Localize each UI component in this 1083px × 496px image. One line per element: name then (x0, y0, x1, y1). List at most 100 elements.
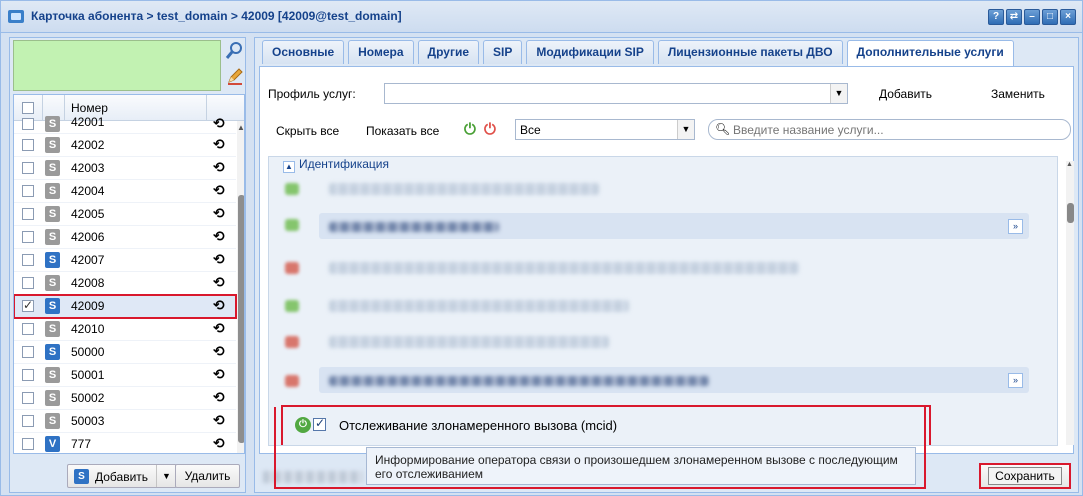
maximize-icon[interactable]: □ (1042, 9, 1058, 25)
service-search-field[interactable]: 🔍︎ (708, 119, 1071, 140)
tab-5[interactable]: Лицензионные пакеты ДВО (657, 40, 843, 64)
row-checkbox[interactable] (22, 162, 34, 174)
grid-scrollbar[interactable]: ▲ (237, 121, 244, 453)
scroll-up-icon[interactable]: ▲ (237, 123, 244, 132)
row-checkbox[interactable] (22, 369, 34, 381)
history-icon[interactable]: ⟲ (213, 343, 225, 360)
mcid-service-row[interactable]: ⏻ Отслеживание злонамеренного вызова (mc… (281, 405, 931, 445)
power-on-icon[interactable]: ⏻ (295, 417, 311, 433)
hide-all-button[interactable]: Скрыть все (276, 124, 339, 138)
tab-2[interactable]: Другие (417, 40, 479, 64)
chevron-down-icon[interactable]: ▼ (156, 465, 176, 487)
mcid-checkbox[interactable] (313, 416, 326, 431)
scroll-thumb[interactable] (1067, 203, 1074, 223)
tab-4[interactable]: Модификации SIP (526, 40, 654, 64)
tab-1[interactable]: Номера (348, 40, 414, 64)
pencil-icon[interactable] (225, 66, 245, 86)
profile-select[interactable]: ▼ (384, 83, 848, 104)
row-checkbox[interactable] (22, 392, 34, 404)
number-row[interactable]: S 50003 ⟲ (14, 410, 236, 433)
help-icon[interactable]: ? (988, 9, 1004, 25)
number-row[interactable]: S 42010 ⟲ (14, 318, 236, 341)
history-icon[interactable]: ⟲ (213, 274, 225, 291)
history-icon[interactable]: ⟲ (213, 412, 225, 429)
row-checkbox[interactable] (22, 298, 34, 312)
number-row[interactable]: V 777 ⟲ (14, 433, 236, 453)
tab-0[interactable]: Основные (262, 40, 345, 64)
tab-3[interactable]: SIP (483, 40, 523, 64)
row-number: 42006 (71, 230, 105, 244)
scroll-up-icon[interactable]: ▲ (1066, 161, 1073, 168)
close-icon[interactable]: × (1060, 9, 1076, 25)
history-icon[interactable]: ⟲ (213, 182, 225, 199)
column-header-number[interactable]: Номер (71, 101, 108, 115)
search-icon[interactable] (225, 40, 245, 60)
chevron-down-icon[interactable]: ▼ (677, 120, 694, 139)
row-checkbox[interactable] (22, 231, 34, 243)
row-checkbox[interactable] (22, 415, 34, 427)
number-row[interactable]: S 42005 ⟲ (14, 203, 236, 226)
status-filter-select[interactable]: Все ▼ (515, 119, 695, 140)
history-icon[interactable]: ⟲ (213, 115, 225, 132)
refresh-icon[interactable]: ⇄ (1006, 9, 1022, 25)
row-checkbox[interactable] (22, 323, 34, 335)
history-icon[interactable]: ⟲ (213, 228, 225, 245)
row-checkbox[interactable] (22, 185, 34, 197)
history-icon[interactable]: ⟲ (213, 159, 225, 176)
number-row[interactable]: S 42008 ⟲ (14, 272, 236, 295)
power-on-icon[interactable]: ⏻ (464, 121, 476, 138)
history-icon[interactable]: ⟲ (213, 251, 225, 268)
blurred-status-icon (285, 183, 299, 195)
expand-icon[interactable]: » (1008, 219, 1023, 234)
row-checkbox[interactable] (22, 277, 34, 289)
select-all-checkbox[interactable] (22, 102, 34, 114)
row-checkbox[interactable] (22, 118, 34, 130)
status-filter-value: Все (520, 123, 541, 137)
row-checkbox[interactable] (22, 139, 34, 151)
profile-replace-button[interactable]: Заменить (991, 87, 1045, 101)
show-all-button[interactable]: Показать все (366, 124, 439, 138)
row-checkbox[interactable] (22, 438, 34, 450)
scroll-thumb[interactable] (238, 195, 244, 443)
profile-add-button[interactable]: Добавить (879, 87, 932, 101)
delete-number-button[interactable]: Удалить (175, 464, 240, 488)
number-row[interactable]: S 42004 ⟲ (14, 180, 236, 203)
history-icon[interactable]: ⟲ (213, 320, 225, 337)
row-checkbox[interactable] (22, 254, 34, 266)
number-row[interactable]: S 42002 ⟲ (14, 134, 236, 157)
number-row[interactable]: S 42007 ⟲ (14, 249, 236, 272)
number-row[interactable]: S 50002 ⟲ (14, 387, 236, 410)
blurred-service-dropdown[interactable]: » (319, 367, 1029, 393)
number-row[interactable]: S 42003 ⟲ (14, 157, 236, 180)
history-icon[interactable]: ⟲ (213, 205, 225, 222)
number-row[interactable]: S 42009 ⟲ (14, 294, 237, 319)
number-row[interactable]: S 42001 ⟲ (14, 115, 236, 134)
history-icon[interactable]: ⟲ (213, 366, 225, 383)
history-icon[interactable]: ⟲ (213, 136, 225, 153)
power-off-icon[interactable]: ⏻ (484, 121, 496, 138)
number-row[interactable]: S 42006 ⟲ (14, 226, 236, 249)
service-search-input[interactable] (733, 122, 1063, 138)
number-row[interactable]: S 50001 ⟲ (14, 364, 236, 387)
services-scrollbar[interactable]: ▲ (1066, 161, 1074, 445)
tab-6[interactable]: Дополнительные услуги (846, 40, 1014, 66)
history-icon[interactable]: ⟲ (213, 389, 225, 406)
collapse-icon[interactable]: ▲ (283, 161, 295, 173)
add-number-button[interactable]: S Добавить ▼ (67, 464, 177, 488)
row-checkbox[interactable] (22, 208, 34, 220)
subscriber-type-icon: S (45, 298, 60, 314)
save-button[interactable]: Сохранить (979, 463, 1071, 489)
blurred-service-dropdown[interactable]: » (319, 213, 1029, 239)
history-icon[interactable]: ⟲ (213, 297, 225, 314)
history-icon[interactable]: ⟲ (213, 435, 225, 452)
subscriber-type-icon: V (45, 436, 60, 452)
subscriber-type-icon: S (45, 321, 60, 337)
number-row[interactable]: S 50000 ⟲ (14, 341, 236, 364)
expand-icon[interactable]: » (1008, 373, 1023, 388)
window-titlebar[interactable]: Карточка абонента > test_domain > 42009 … (1, 1, 1082, 33)
row-checkbox[interactable] (22, 346, 34, 358)
minimize-icon[interactable]: – (1024, 9, 1040, 25)
chevron-down-icon[interactable]: ▼ (830, 84, 847, 103)
group-header-identification[interactable]: ▲ Идентификация (279, 157, 393, 173)
header-divider (64, 95, 65, 121)
